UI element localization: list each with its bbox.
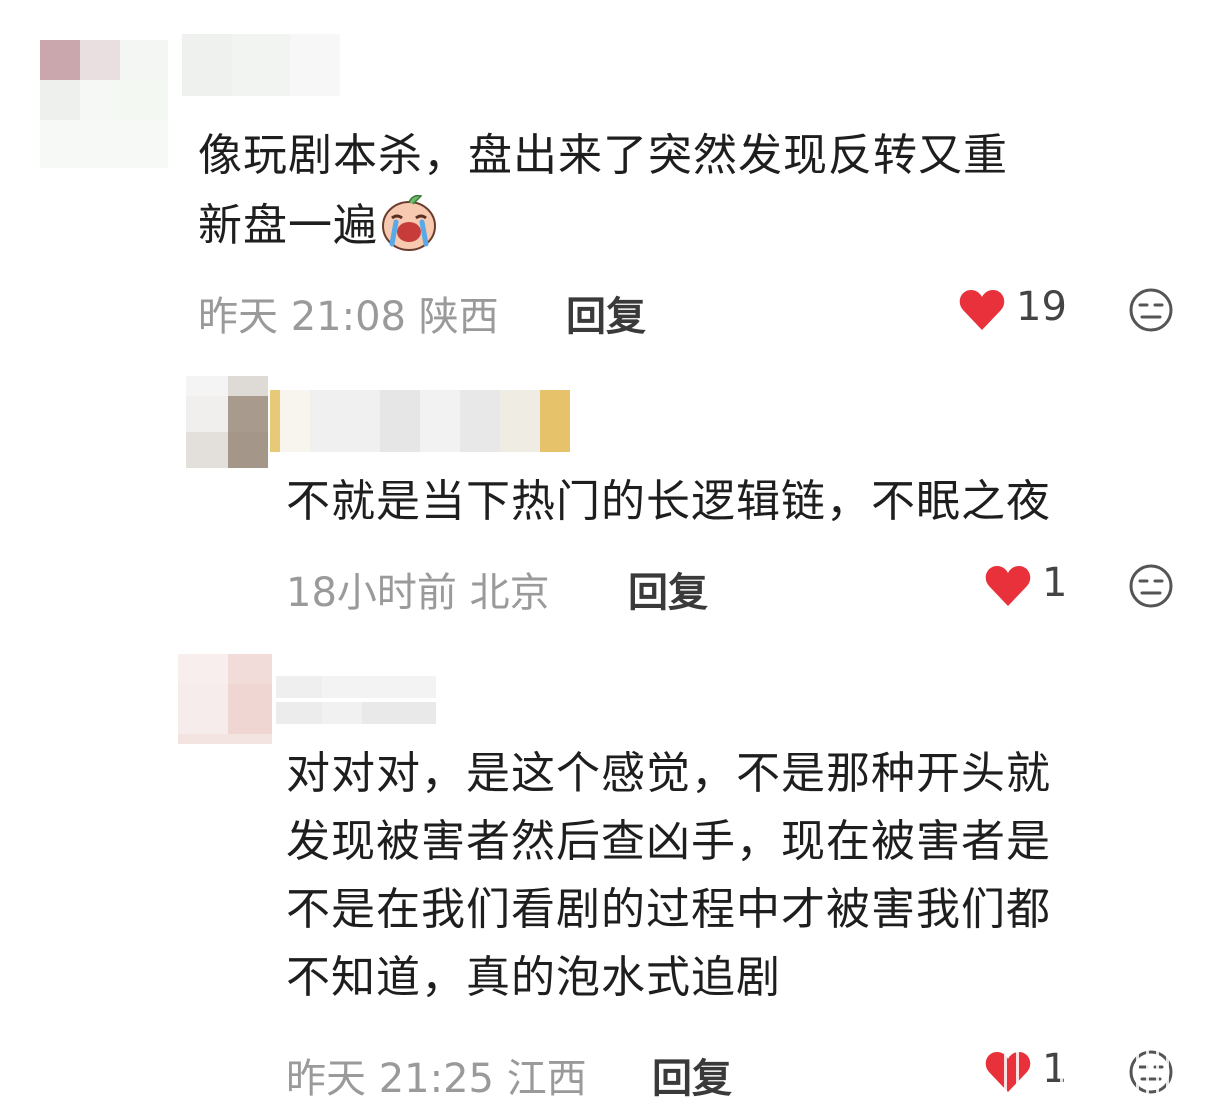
comment-text-line: 像玩剧本杀，盘出来了突然发现反转又重 <box>198 130 1008 181</box>
comment-text-line: 不就是当下热门的长逻辑链，不眠之夜 <box>286 476 1051 527</box>
comment-text: 不就是当下热门的长逻辑链，不眠之夜 <box>286 468 1206 536</box>
comment-meta: 18小时前 北京 <box>286 560 550 618</box>
timestamp: 昨天 21:25 <box>286 1056 494 1102</box>
avatar[interactable] <box>186 376 268 468</box>
comment-text: 对对对，是这个感觉，不是那种开头就 发现被害者然后查凶手，现在被害者是 不是在我… <box>286 740 1216 1012</box>
like-count: 19 <box>1016 284 1067 330</box>
avatar[interactable] <box>178 654 272 744</box>
reply-button[interactable]: 回复 <box>652 1046 732 1104</box>
username[interactable] <box>270 390 570 452</box>
heart-icon[interactable] <box>958 288 1006 332</box>
comment-text-line: 发现被害者然后查凶手，现在被害者是 <box>286 816 1051 867</box>
meh-face-icon[interactable] <box>1128 287 1174 333</box>
watermark-stripes <box>1004 1046 1219 1114</box>
username[interactable] <box>182 34 340 96</box>
comment-meta: 昨天 21:08 陕西 <box>198 284 499 342</box>
comment-text: 像玩剧本杀，盘出来了突然发现反转又重 新盘一遍 <box>198 122 1198 260</box>
like-count: 1 <box>1042 560 1068 606</box>
timestamp: 18小时前 <box>286 570 457 616</box>
comment-text-line: 不是在我们看剧的过程中才被害我们都 <box>286 884 1051 935</box>
location: 北京 <box>469 570 550 616</box>
username[interactable] <box>276 676 436 724</box>
comment-text-line: 对对对，是这个感觉，不是那种开头就 <box>286 748 1051 799</box>
comment-text-line: 不知道，真的泡水式追剧 <box>286 952 781 1003</box>
reply-button[interactable]: 回复 <box>566 284 646 342</box>
location: 陕西 <box>418 294 499 340</box>
heart-icon[interactable] <box>984 564 1032 608</box>
crying-face-emoji-icon <box>382 194 436 251</box>
comment-meta: 昨天 21:25 江西 <box>286 1046 587 1104</box>
location: 江西 <box>506 1056 587 1102</box>
comment-text-line: 新盘一遍 <box>198 190 1198 260</box>
meh-face-icon[interactable] <box>1128 563 1174 609</box>
reply-button[interactable]: 回复 <box>628 560 708 618</box>
avatar[interactable] <box>40 40 168 168</box>
timestamp: 昨天 21:08 <box>198 294 406 340</box>
